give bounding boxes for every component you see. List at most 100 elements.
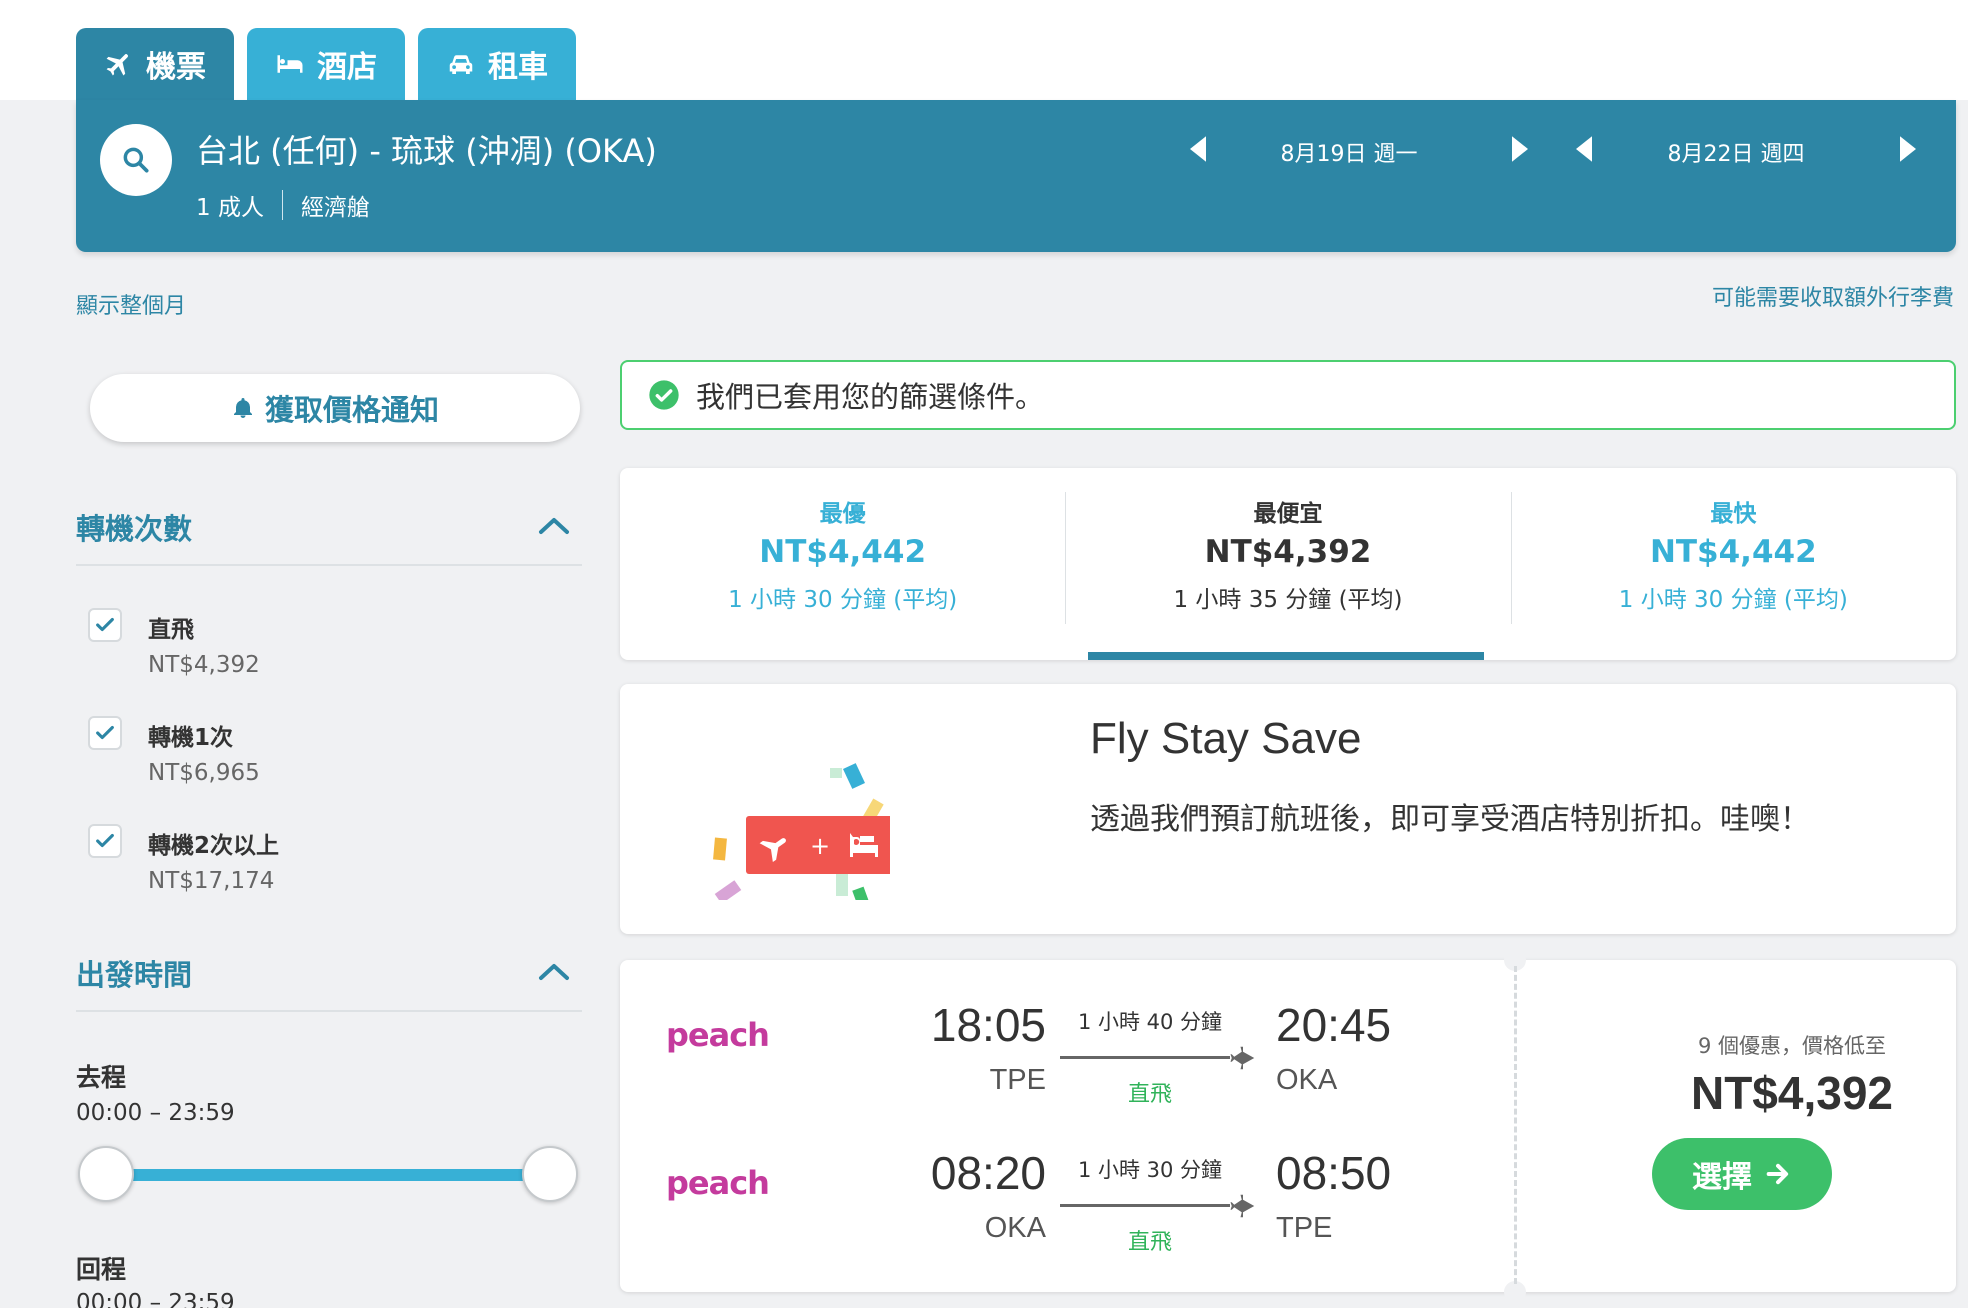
- checkmark-icon: [96, 833, 114, 848]
- outbound-time-slider-track[interactable]: [106, 1169, 550, 1181]
- route-title[interactable]: 台北 (任何) - 琉球 (沖凋) (OKA): [196, 126, 657, 172]
- depart-next-day-button[interactable]: [1508, 134, 1532, 164]
- depart-airport: OKA: [984, 1212, 1046, 1244]
- plane-icon: [106, 54, 128, 76]
- depart-airport: TPE: [989, 1064, 1046, 1096]
- stop-option-label[interactable]: 轉機1次: [148, 718, 233, 752]
- stop-option-price: NT$4,392: [148, 652, 260, 678]
- depart-time: 08:20: [930, 1147, 1046, 1199]
- arrive-time: 08:50: [1276, 1147, 1392, 1199]
- outbound-slider-max-handle[interactable]: [522, 1146, 578, 1202]
- stops-two-plus-checkbox[interactable]: [88, 824, 122, 858]
- return-date[interactable]: 8月22日 週四: [1616, 136, 1856, 168]
- checkmark-icon: [96, 617, 114, 632]
- tab-hotels[interactable]: 酒店: [247, 28, 405, 100]
- sort-tab-label: 最便宜: [1253, 501, 1323, 527]
- deals-count: 9 個優惠，價格低至: [1697, 1034, 1887, 1058]
- price-alert-label: 獲取價格通知: [264, 393, 439, 427]
- filters-applied-notice: 我們已套用您的篩選條件。: [620, 360, 1956, 430]
- select-label: 選擇: [1692, 1160, 1752, 1195]
- fly-stay-save-promo[interactable]: + Fly Stay Save 透過我們預訂航班後，即可享受酒店特別折扣。哇噢！: [620, 684, 1956, 934]
- departure-filter-title: 出發時間: [76, 958, 193, 992]
- search-summary-bar: 台北 (任何) - 琉球 (沖凋) (OKA) 1 成人 經濟艙 8月19日 週…: [76, 100, 1956, 252]
- product-tabs: 機票 酒店 租車: [76, 28, 576, 100]
- airline-logo: peach: [666, 1016, 770, 1054]
- stops-filter-title: 轉機次數: [76, 512, 193, 546]
- search-button[interactable]: [100, 124, 172, 196]
- trip-info[interactable]: 1 成人 經濟艙: [196, 188, 370, 222]
- return-label: 回程: [76, 1255, 127, 1284]
- outbound-label: 去程: [76, 1063, 127, 1092]
- depart-time: 18:05: [930, 999, 1046, 1051]
- cabin-class: 經濟艙: [300, 195, 370, 221]
- ticket-divider: [1514, 966, 1517, 1284]
- stop-option-label[interactable]: 直飛: [148, 610, 194, 644]
- stops-label: 直飛: [1127, 1082, 1172, 1107]
- departure-filter-header[interactable]: 出發時間: [76, 952, 582, 1012]
- filters-applied-text: 我們已套用您的篩選條件。: [696, 380, 1045, 414]
- show-whole-month-link[interactable]: 顯示整個月: [76, 288, 186, 320]
- caret-left-icon: [1190, 136, 1206, 162]
- sort-tab-price: NT$4,442: [1649, 534, 1817, 570]
- stop-option-price: NT$6,965: [148, 760, 260, 786]
- flight-duration: 1 小時 40 分鐘: [1077, 1010, 1223, 1034]
- sort-tab-label: 最優: [819, 501, 866, 527]
- tab-label: 機票: [146, 50, 206, 85]
- sort-tab-best[interactable]: 最優 NT$4,442 1 小時 30 分鐘 (平均): [620, 468, 1065, 660]
- tab-label: 酒店: [317, 50, 377, 85]
- return-next-day-button[interactable]: [1896, 134, 1920, 164]
- depart-date[interactable]: 8月19日 週一: [1234, 136, 1464, 168]
- sort-tab-price: NT$4,442: [759, 534, 927, 570]
- sort-tab-duration: 1 小時 30 分鐘 (平均): [1618, 587, 1848, 613]
- stop-option-label[interactable]: 轉機2次以上: [148, 826, 279, 860]
- check-circle-icon: [649, 380, 679, 410]
- plane-icon: [1230, 1194, 1255, 1218]
- stops-label: 直飛: [1127, 1230, 1172, 1255]
- stops-one-checkbox[interactable]: [88, 716, 122, 750]
- caret-left-icon: [1576, 136, 1592, 162]
- tab-flights[interactable]: 機票: [76, 28, 234, 100]
- stops-nonstop-checkbox[interactable]: [88, 608, 122, 642]
- arrive-time: 20:45: [1276, 999, 1392, 1051]
- promo-description: 透過我們預訂航班後，即可享受酒店特別折扣。哇噢！: [1090, 802, 1810, 837]
- caret-right-icon: [1900, 136, 1916, 162]
- sort-tab-fastest[interactable]: 最快 NT$4,442 1 小時 30 分鐘 (平均): [1510, 468, 1956, 660]
- ticket-notch: [1504, 1281, 1526, 1303]
- return-prev-day-button[interactable]: [1572, 134, 1596, 164]
- tab-label: 租車: [488, 50, 548, 85]
- flight-result-card[interactable]: peach 18:05 TPE 1 小時 40 分鐘 直飛 20:45 OKA …: [620, 949, 1956, 1303]
- outbound-range: 00:00 – 23:59: [76, 1100, 235, 1126]
- price-alert-button[interactable]: 獲取價格通知: [90, 374, 580, 442]
- stop-option-price: NT$17,174: [148, 868, 275, 894]
- plane-icon: [1230, 1046, 1255, 1070]
- sort-tab-cheapest[interactable]: 最便宜 NT$4,392 1 小時 35 分鐘 (平均): [1065, 468, 1510, 660]
- caret-right-icon: [1512, 136, 1528, 162]
- baggage-fee-link[interactable]: 可能需要收取額外行李費: [1712, 280, 1954, 312]
- car-icon: [449, 55, 473, 74]
- tab-cars[interactable]: 租車: [418, 28, 576, 100]
- checkmark-icon: [96, 725, 114, 740]
- arrow-right-icon: [1766, 1163, 1789, 1185]
- airline-logo: peach: [666, 1164, 770, 1202]
- chevron-up-icon: [539, 964, 569, 980]
- route-line: [1060, 1056, 1230, 1059]
- select-button[interactable]: 選擇: [1652, 1138, 1832, 1210]
- outbound-slider-min-handle[interactable]: [78, 1146, 134, 1202]
- flight-plus-hotel-icon: +: [713, 763, 890, 900]
- bell-icon: [233, 398, 252, 418]
- promo-title: Fly Stay Save: [1090, 714, 1362, 763]
- sort-tab-duration: 1 小時 30 分鐘 (平均): [728, 587, 958, 613]
- sort-tab-duration: 1 小時 35 分鐘 (平均): [1173, 587, 1403, 613]
- flight-duration: 1 小時 30 分鐘: [1077, 1158, 1223, 1182]
- arrive-airport: OKA: [1276, 1064, 1338, 1096]
- chevron-up-icon: [539, 518, 569, 534]
- route-line: [1060, 1204, 1230, 1207]
- arrive-airport: TPE: [1276, 1212, 1333, 1244]
- sort-tab-price: NT$4,392: [1204, 534, 1372, 570]
- search-icon: [123, 147, 149, 173]
- stops-filter-header[interactable]: 轉機次數: [76, 506, 582, 566]
- depart-prev-day-button[interactable]: [1186, 134, 1210, 164]
- sort-tabs: 最優 NT$4,442 1 小時 30 分鐘 (平均) 最便宜 NT$4,392…: [620, 468, 1956, 660]
- promo-plus-sign: +: [810, 832, 830, 860]
- sort-tab-label: 最快: [1710, 501, 1757, 527]
